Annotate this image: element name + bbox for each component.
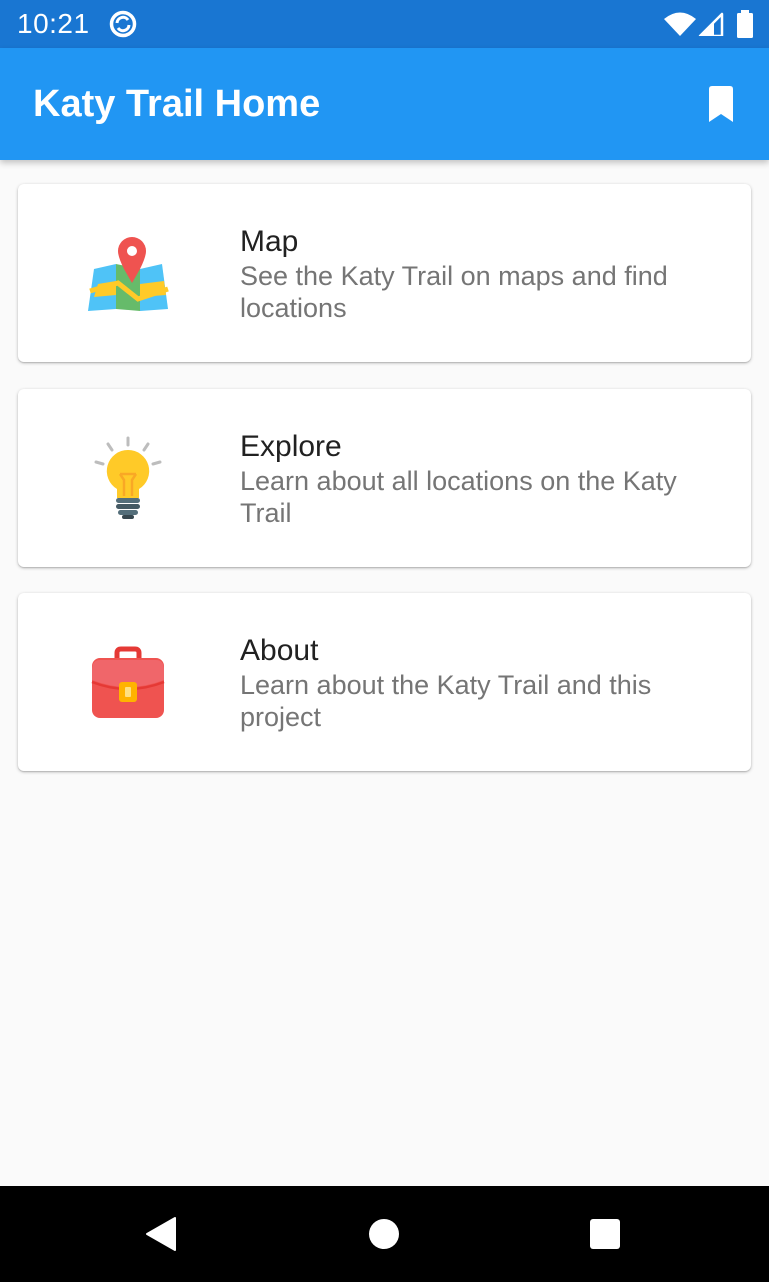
card-title: About [240, 634, 319, 667]
sync-icon [109, 10, 137, 38]
explore-card[interactable]: Explore Learn about all locations on the… [18, 389, 751, 567]
status-bar: 10:21 [0, 0, 769, 48]
status-time: 10:21 [17, 8, 90, 39]
card-title: Explore [240, 430, 342, 463]
map-icon [88, 237, 169, 311]
briefcase-icon [91, 646, 165, 718]
navigation-bar [0, 1186, 769, 1282]
card-title: Map [240, 225, 299, 258]
home-icon [369, 1219, 399, 1249]
app-bar: Katy Trail Home [0, 48, 769, 160]
bookmark-button[interactable] [692, 72, 750, 136]
card-subtitle: See the Katy Trail on maps and find loca… [240, 261, 668, 323]
about-card[interactable]: About Learn about the Katy Trail and thi… [18, 593, 751, 771]
card-subtitle: Learn about all locations on the Katy Tr… [240, 466, 677, 528]
home-button[interactable] [360, 1210, 408, 1258]
lightbulb-icon [94, 436, 162, 519]
bookmark-icon [709, 86, 733, 122]
battery-icon [737, 10, 753, 38]
back-icon [146, 1217, 176, 1251]
card-subtitle: Learn about the Katy Trail and this proj… [240, 670, 652, 732]
wifi-icon [664, 12, 696, 36]
page-title: Katy Trail Home [33, 83, 321, 125]
back-button[interactable] [137, 1210, 185, 1258]
signal-icon [698, 12, 724, 36]
recents-icon [590, 1219, 620, 1249]
map-card[interactable]: Map See the Katy Trail on maps and find … [18, 184, 751, 362]
recents-button[interactable] [581, 1210, 629, 1258]
